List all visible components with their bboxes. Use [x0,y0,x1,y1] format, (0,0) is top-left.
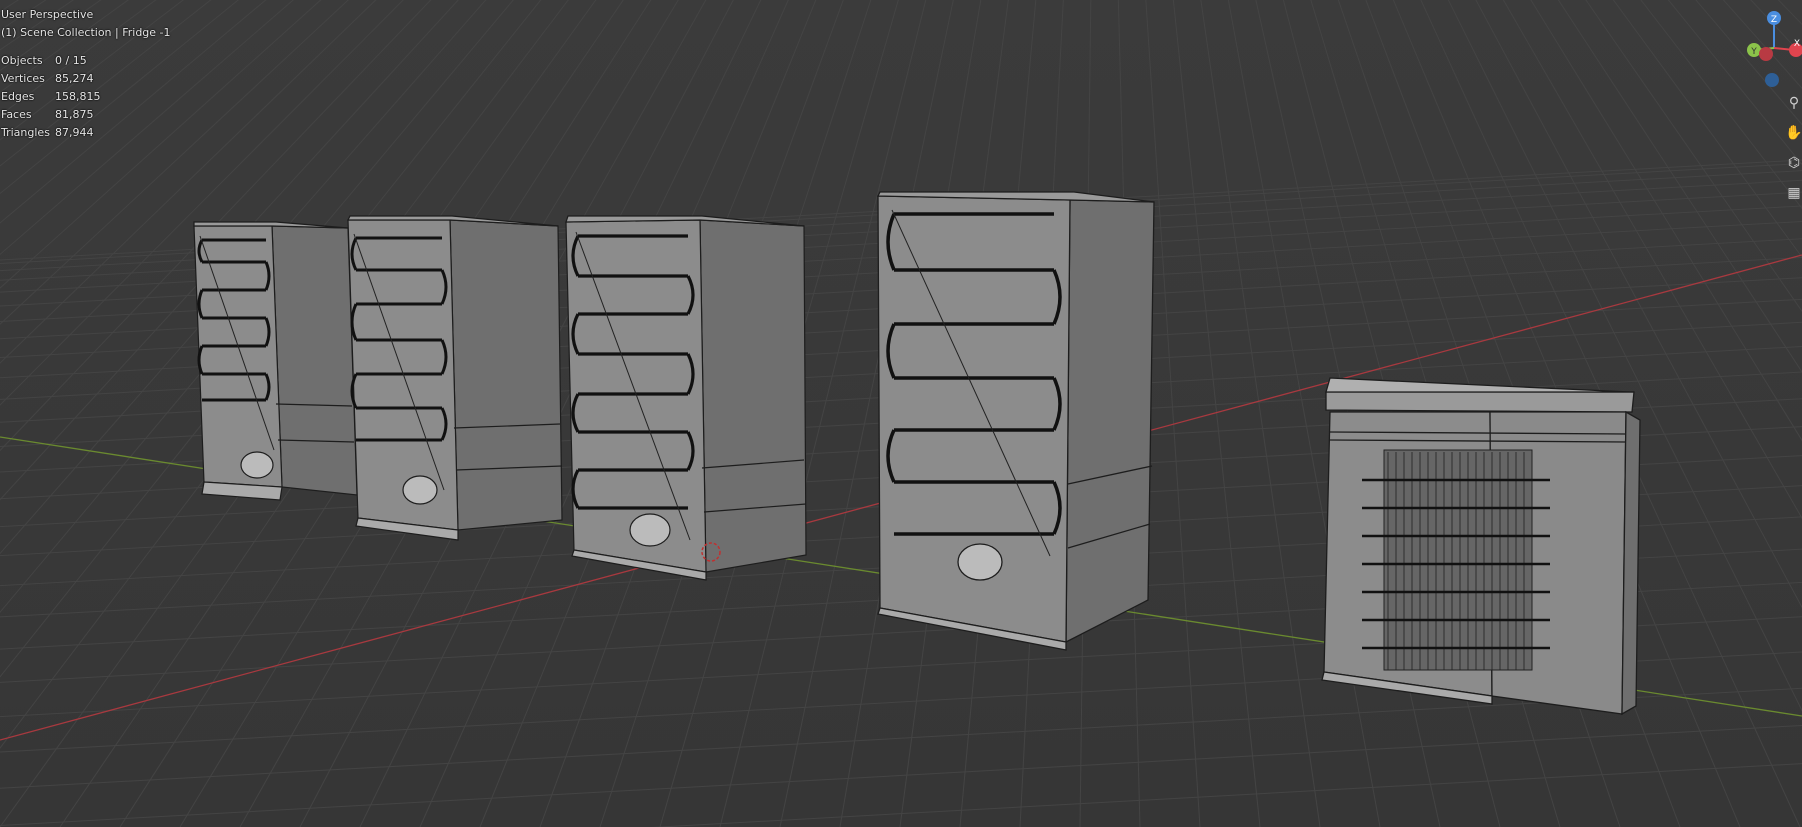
stat-label-faces: Faces [1,108,32,121]
pan-hand-icon[interactable]: ✋ [1784,122,1802,144]
neg-z-axis-handle[interactable] [1765,73,1779,87]
3d-viewport[interactable] [0,0,1802,827]
fridge-object[interactable] [565,215,807,581]
neg-x-axis-handle[interactable] [1759,47,1773,61]
stat-value-triangles: 87,944 [55,126,94,139]
stat-value-edges: 158,815 [55,90,101,103]
y-axis-label: Y [1750,47,1757,57]
zoom-icon[interactable]: ⚲ [1784,92,1802,114]
scene-collection-info: (1) Scene Collection | Fridge -1 [1,26,171,39]
stat-value-objects: 0 / 15 [55,54,87,67]
camera-icon[interactable]: ⌬ [1784,152,1802,174]
fridge-object[interactable] [876,191,1155,651]
fridge-object[interactable] [193,221,358,501]
grid-view-icon[interactable]: ▦ [1784,182,1802,204]
stat-label-objects: Objects [1,54,43,67]
z-axis-label: Z [1771,15,1777,25]
stat-value-faces: 81,875 [55,108,94,121]
chest-freezer-object[interactable] [1321,377,1641,716]
stat-value-vertices: 85,274 [55,72,94,85]
stat-label-triangles: Triangles [1,126,50,139]
navigation-gizmo[interactable]: Z X Y [1738,8,1802,88]
fridge-object[interactable] [347,215,563,541]
viewport-view-name: User Perspective [1,8,94,21]
stat-label-vertices: Vertices [1,72,45,85]
stat-label-edges: Edges [1,90,35,103]
x-axis-label: X [1794,39,1800,49]
